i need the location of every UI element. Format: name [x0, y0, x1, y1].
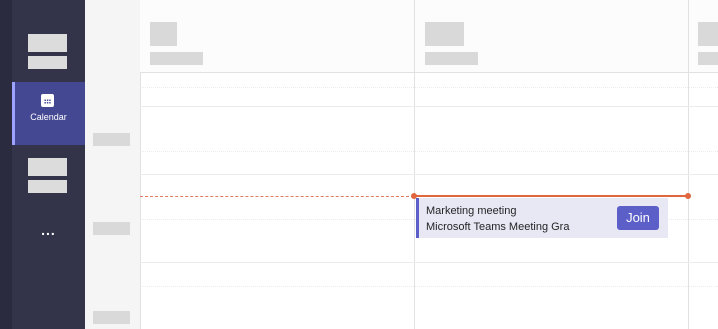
half-hour-line	[140, 286, 718, 287]
event-title: Marketing meeting	[426, 205, 517, 217]
join-button[interactable]: Join	[617, 206, 659, 230]
day-name-placeholder	[150, 52, 203, 65]
calendar-label: Calendar	[30, 112, 67, 122]
day-number-placeholder	[150, 22, 177, 46]
half-hour-line	[140, 87, 718, 88]
time-label-placeholder	[93, 133, 130, 146]
calendar-app-button[interactable]: Calendar	[12, 82, 85, 145]
current-time-line-past	[140, 196, 414, 197]
hour-line	[140, 106, 718, 107]
time-label-placeholder	[93, 311, 130, 324]
day-name-placeholder	[425, 52, 478, 65]
time-label-placeholder	[93, 222, 130, 235]
app-placeholder-label	[28, 180, 67, 193]
app-placeholder-top-icon[interactable]	[28, 34, 67, 52]
day-divider	[688, 0, 689, 329]
meeting-event-card[interactable]: Marketing meeting Microsoft Teams Meetin…	[416, 198, 668, 238]
app-placeholder-top-label	[28, 56, 67, 69]
half-hour-line	[140, 151, 718, 152]
day-divider	[414, 0, 415, 329]
app-placeholder-icon[interactable]	[28, 158, 67, 176]
day-number-placeholder	[425, 22, 464, 46]
day-name-placeholder	[698, 52, 718, 65]
day-number-placeholder	[698, 22, 718, 46]
hour-line	[140, 262, 718, 263]
more-apps-button[interactable]: ...	[12, 222, 85, 238]
time-column	[85, 0, 141, 329]
calendar-icon	[41, 94, 54, 107]
event-subtitle: Microsoft Teams Meeting Gra	[426, 221, 570, 233]
hour-line	[140, 174, 718, 175]
current-time-line	[414, 195, 688, 197]
current-time-dot	[685, 193, 691, 199]
